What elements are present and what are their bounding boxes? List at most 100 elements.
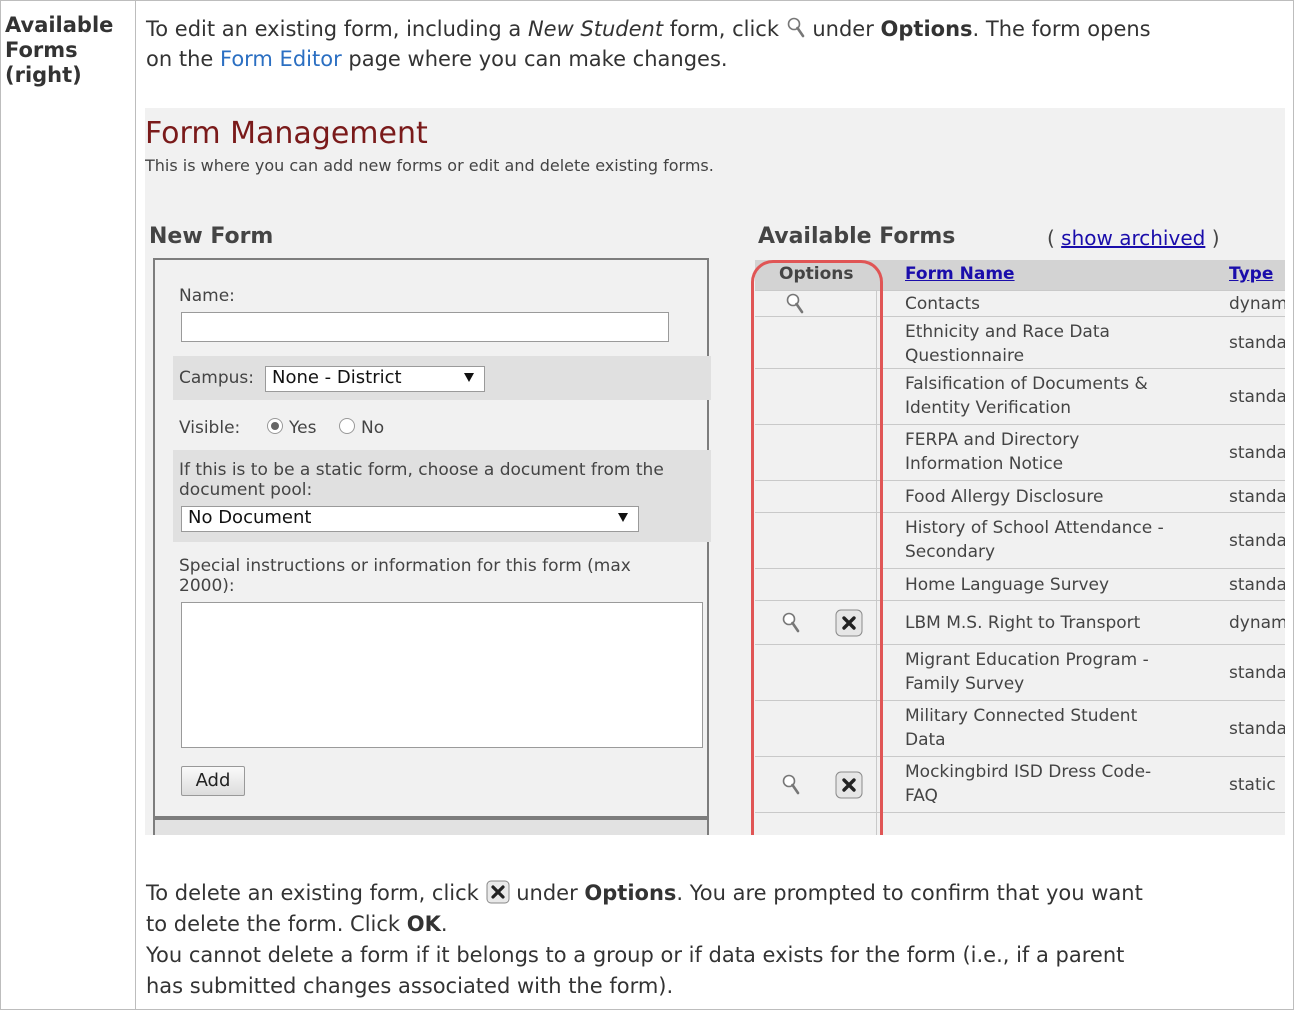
text: under	[509, 881, 585, 905]
text: .	[440, 912, 448, 936]
form-name-cell: Mockingbird ISD Dress Code- FAQ	[905, 760, 1151, 808]
special-instructions-textarea[interactable]	[181, 602, 703, 748]
visible-label: Visible:	[179, 418, 241, 438]
form-name-cell: History of School Attendance - Secondary	[905, 516, 1164, 564]
form-type-cell: standard	[1229, 333, 1285, 353]
text: to delete the form. Click	[146, 912, 407, 936]
static-label: document pool:	[179, 480, 313, 500]
special-label: Special instructions or information for …	[179, 556, 631, 576]
yes-label: Yes	[289, 418, 317, 438]
form-name-line: Family Survey	[905, 674, 1025, 694]
name-label: Name:	[179, 286, 235, 306]
text-bold: Options	[584, 881, 677, 905]
dropdown-arrow-icon	[618, 513, 628, 522]
form-editor-link[interactable]: Form Editor	[220, 47, 342, 71]
form-name-cell: Falsification of Documents & Identity Ver…	[905, 372, 1148, 420]
text-bold: Options	[880, 17, 973, 41]
delete-x-icon	[486, 880, 510, 904]
text: . The form opens	[972, 17, 1151, 41]
new-form-panel: Name: Campus: None - District Visible: Y…	[153, 258, 711, 818]
form-type-cell: standard	[1229, 531, 1285, 551]
form-type-cell: dynamic	[1229, 294, 1285, 314]
row-header-cell: Available Forms (right)	[0, 0, 136, 1010]
form-name-line: Home Language Survey	[905, 575, 1110, 595]
available-forms-heading: Available Forms	[758, 224, 956, 249]
text-bold: OK	[406, 912, 441, 936]
campus-select[interactable]: None - District	[265, 366, 485, 392]
form-name-line: Secondary	[905, 542, 996, 562]
text: To edit an existing form, including a	[146, 17, 528, 41]
delete-line-2: to delete the form. Click OK.	[146, 911, 1281, 938]
form-name-cell: FERPA and Directory Information Notice	[905, 428, 1079, 476]
history-panel	[153, 818, 709, 835]
text: page where you can make changes.	[341, 47, 728, 71]
document-select[interactable]: No Document	[181, 506, 639, 532]
form-type-cell: static	[1229, 775, 1276, 795]
type-column-header[interactable]: Type	[1229, 264, 1273, 284]
static-label: If this is to be a static form, choose a…	[179, 460, 664, 480]
form-name-cell: Migrant Education Program - Family Survey	[905, 648, 1149, 696]
campus-value: None - District	[272, 367, 402, 388]
form-name-cell: Home Language Survey	[905, 573, 1109, 597]
form-name-cell: Ethnicity and Race Data Questionnaire	[905, 320, 1110, 368]
row-header-line: Forms	[5, 38, 78, 62]
text: on the	[146, 47, 220, 71]
form-name-line: Migrant Education Program -	[905, 650, 1149, 670]
special-label: 2000):	[179, 576, 235, 596]
new-form-heading: New Form	[149, 224, 274, 249]
form-type-cell: standard	[1229, 487, 1285, 507]
intro-line-1: To edit an existing form, including a Ne…	[146, 16, 1281, 43]
form-name-line: Identity Verification	[905, 398, 1072, 418]
form-type-cell: standard	[1229, 663, 1285, 683]
form-name-cell: Food Allergy Disclosure	[905, 485, 1104, 509]
text-italic: New Student	[527, 17, 664, 41]
name-input[interactable]	[181, 312, 669, 342]
text: under	[805, 17, 881, 41]
form-name-line: LBM M.S. Right to Transport	[905, 613, 1141, 633]
form-name-column-header[interactable]: Form Name	[905, 264, 1015, 284]
form-name-cell: Military Connected Student Data	[905, 704, 1137, 752]
campus-label: Campus:	[179, 368, 254, 388]
document-value: No Document	[188, 507, 312, 528]
page-title: Form Management	[145, 116, 428, 151]
form-name-line: Information Notice	[905, 454, 1064, 474]
no-label: No	[361, 418, 385, 438]
add-button[interactable]: Add	[181, 766, 245, 796]
form-name-line: FAQ	[905, 786, 938, 806]
form-name-line: Military Connected Student	[905, 706, 1138, 726]
delete-note-line-1: You cannot delete a form if it belongs t…	[146, 943, 1125, 967]
show-archived-link[interactable]: show archived	[1061, 226, 1205, 250]
form-management-screenshot: Form Management This is where you can ad…	[145, 108, 1285, 835]
page-subtitle: This is where you can add new forms or e…	[145, 156, 714, 175]
visible-yes-radio[interactable]	[267, 418, 283, 434]
form-name-line: Ethnicity and Race Data	[905, 322, 1110, 342]
form-type-cell: dynamic	[1229, 613, 1285, 633]
dropdown-arrow-icon	[464, 373, 474, 382]
row-header-line: Available	[5, 13, 114, 37]
paren: (	[1047, 226, 1055, 250]
form-name-line: Mockingbird ISD Dress Code-	[905, 762, 1152, 782]
form-name-cell: Contacts	[905, 292, 980, 316]
form-name-line: Falsification of Documents &	[905, 374, 1148, 394]
form-name-cell: LBM M.S. Right to Transport	[905, 611, 1140, 635]
form-name-line: FERPA and Directory	[905, 430, 1080, 450]
row-header-line: (right)	[5, 63, 82, 87]
form-name-line: Food Allergy Disclosure	[905, 487, 1104, 507]
delete-note-line-2: has submitted changes associated with th…	[146, 974, 674, 998]
form-name-line: History of School Attendance -	[905, 518, 1164, 538]
delete-line-1: To delete an existing form, click under …	[146, 880, 1281, 907]
form-name-line: Questionnaire	[905, 346, 1025, 366]
form-type-cell: standard	[1229, 443, 1285, 463]
visible-no-radio[interactable]	[339, 418, 355, 434]
options-highlight	[751, 260, 883, 835]
form-type-cell: standard	[1229, 387, 1285, 407]
row-header: Available Forms (right)	[5, 13, 113, 88]
form-name-line: Data	[905, 730, 946, 750]
form-type-cell: standard	[1229, 719, 1285, 739]
paren: )	[1211, 226, 1220, 250]
show-archived: ( show archived )	[1047, 226, 1220, 250]
intro-line-2: on the Form Editor page where you can ma…	[146, 46, 1281, 73]
text: . You are prompted to confirm that you w…	[676, 881, 1143, 905]
text: To delete an existing form, click	[146, 881, 486, 905]
text: form, click	[663, 17, 786, 41]
